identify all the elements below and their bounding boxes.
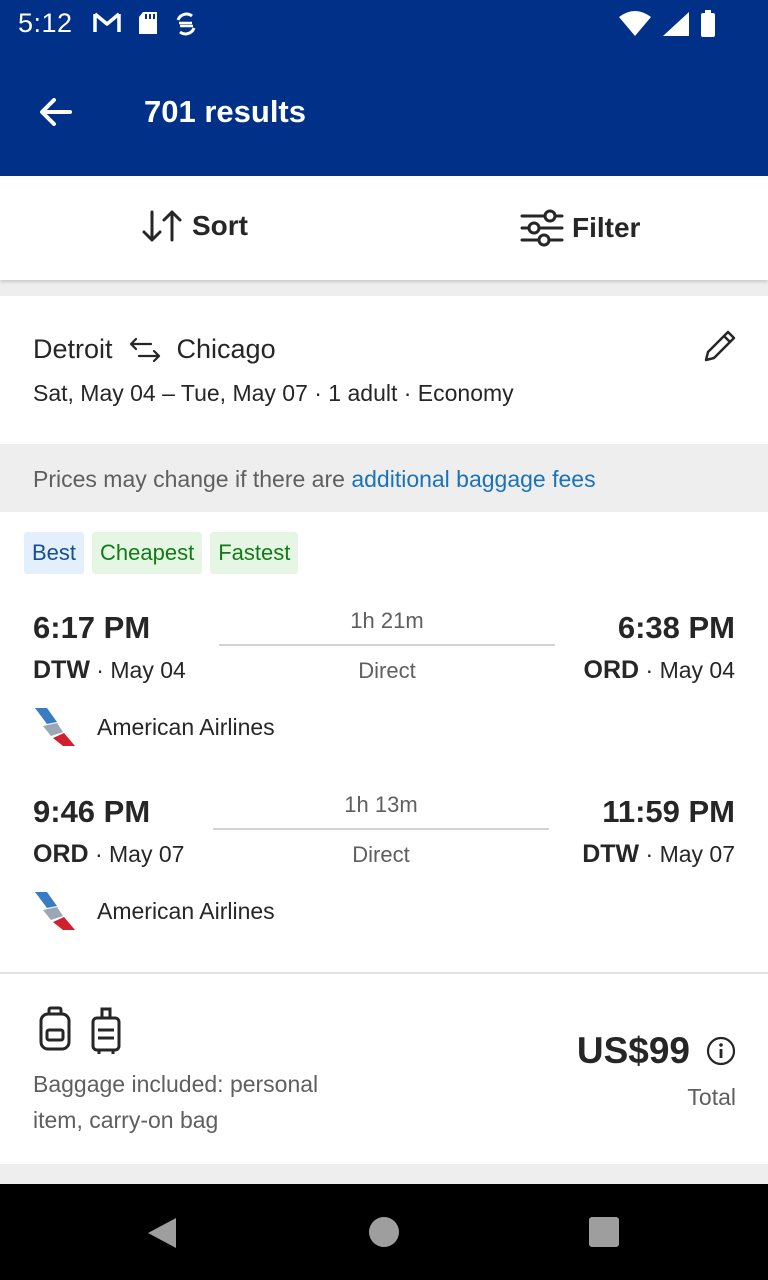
app-bar: 701 results — [0, 48, 768, 176]
depart-code: ORD — [33, 840, 89, 868]
sd-card-icon — [139, 12, 157, 34]
personal-item-bag-icon — [39, 1006, 71, 1051]
sort-arrows-icon — [142, 210, 182, 242]
gmail-icon — [93, 12, 121, 32]
system-nav-bar — [0, 1184, 768, 1280]
carry-on-bag-icon — [91, 1007, 121, 1054]
notice-text: Prices may change if there are — [33, 466, 352, 492]
arrive-code: DTW — [582, 840, 640, 868]
sort-button[interactable]: Sort — [140, 208, 248, 244]
baggage-included-text: Baggage included: personal item, carry-o… — [33, 1071, 319, 1133]
status-bar: 5:12 — [0, 0, 768, 48]
american-airlines-logo-icon — [35, 708, 75, 746]
search-summary[interactable]: Detroit Chicago Sat, May 04 – Tue, May 0… — [0, 296, 768, 444]
arrive-time: 11:59 PM — [602, 794, 735, 829]
best-tag: Best — [24, 532, 85, 574]
baggage-icons — [38, 1006, 122, 1056]
filter-label: Filter — [572, 212, 641, 243]
route: Detroit Chicago — [33, 334, 276, 365]
airline-name: American Airlines — [97, 897, 275, 924]
outbound-leg: 6:17 PM DTW · May 04 1h 21m Direct 6:38 … — [0, 608, 768, 780]
filter-button[interactable]: Filter — [520, 208, 640, 248]
depart-time: 9:46 PM — [33, 794, 151, 829]
page-title: 701 results — [144, 94, 306, 129]
airline-row: American Airlines — [33, 890, 275, 932]
result-tags: Best Cheapest Fastest — [24, 532, 299, 574]
airline-row: American Airlines — [33, 706, 275, 748]
arrive-code: ORD — [583, 656, 640, 684]
arrive-date: May 07 — [659, 841, 735, 867]
destination-city: Chicago — [176, 334, 276, 364]
price-caption: Total — [687, 1084, 736, 1110]
filter-sliders-icon — [520, 209, 564, 247]
card-divider — [0, 972, 768, 974]
arrive-airport: ORD · May 04 — [583, 656, 735, 684]
depart-airport: ORD · May 07 — [33, 840, 185, 868]
leg-duration: 1h 21m — [350, 608, 424, 633]
arrive-date: May 04 — [659, 657, 735, 683]
american-airlines-logo-icon — [35, 892, 75, 930]
search-details: Sat, May 04 – Tue, May 07 · 1 adult · Ec… — [33, 380, 514, 406]
battery-icon — [701, 10, 715, 37]
baggage-fees-notice: Prices may change if there are additiona… — [0, 444, 768, 512]
depart-date: May 07 — [109, 841, 185, 867]
return-leg: 9:46 PM ORD · May 07 1h 13m Direct 11:59… — [0, 792, 768, 964]
round-trip-arrows-icon — [129, 337, 160, 362]
flight-result-card[interactable]: Best Cheapest Fastest 6:17 PM DTW · May … — [0, 512, 768, 1164]
arrive-time: 6:38 PM — [617, 610, 735, 645]
leg-duration: 1h 13m — [344, 792, 418, 817]
depart-airport: DTW · May 04 — [33, 656, 186, 684]
leg-timeline-line — [213, 828, 549, 830]
nav-back-icon[interactable] — [146, 1216, 178, 1250]
leg-duration-block: 1h 13m Direct — [213, 792, 549, 868]
signal-icon — [663, 12, 689, 36]
leg-stops: Direct — [352, 842, 410, 867]
depart-time: 6:17 PM — [33, 610, 151, 645]
status-time: 5:12 — [18, 8, 73, 38]
sync-icon — [176, 12, 196, 36]
pencil-edit-icon[interactable] — [700, 326, 740, 366]
fastest-tag: Fastest — [210, 532, 299, 574]
nav-home-icon[interactable] — [369, 1217, 399, 1247]
wifi-icon — [619, 11, 651, 36]
depart-date: May 04 — [110, 657, 186, 683]
airline-name: American Airlines — [97, 713, 275, 740]
arrow-left-icon[interactable] — [36, 92, 76, 132]
sort-filter-toolbar: Sort Filter — [0, 176, 768, 280]
leg-timeline-line — [219, 644, 555, 646]
leg-stops: Direct — [358, 658, 416, 683]
arrive-airport: DTW · May 07 — [582, 840, 735, 868]
depart-code: DTW — [33, 656, 90, 684]
nav-recents-icon[interactable] — [589, 1217, 619, 1247]
baggage-fees-link[interactable]: additional baggage fees — [351, 466, 595, 492]
price: US$99 — [576, 1030, 690, 1071]
cheapest-tag: Cheapest — [92, 532, 203, 574]
origin-city: Detroit — [33, 334, 113, 364]
sort-label: Sort — [192, 210, 248, 241]
leg-duration-block: 1h 21m Direct — [219, 608, 555, 684]
info-icon[interactable] — [706, 1036, 736, 1066]
